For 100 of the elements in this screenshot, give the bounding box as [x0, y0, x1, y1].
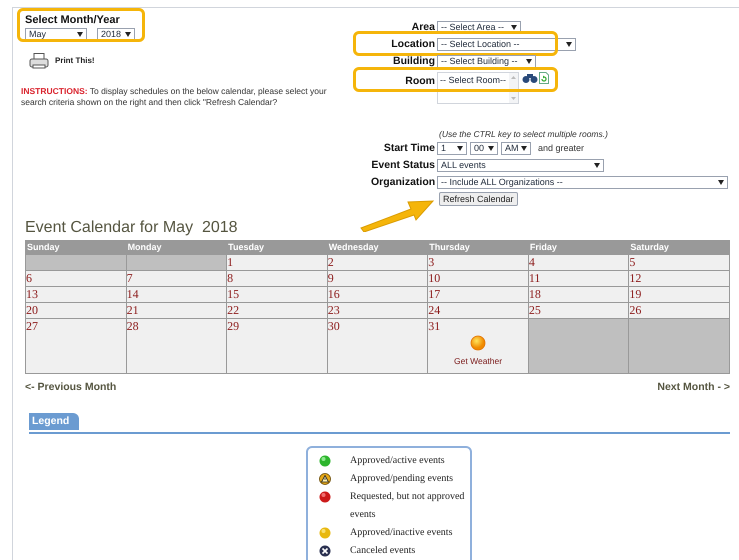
calendar-cell[interactable]: 16 [328, 287, 428, 302]
date-number[interactable]: 21 [126, 303, 139, 317]
calendar-cell[interactable]: 29 [227, 319, 327, 373]
calendar-cell[interactable]: 19 [629, 287, 729, 302]
date-number[interactable]: 7 [126, 271, 133, 285]
date-number[interactable]: 23 [328, 303, 340, 317]
date-number[interactable]: 22 [227, 303, 240, 317]
calendar-cell[interactable]: 5 [629, 255, 729, 270]
dropdown[interactable]: -- Select Location -- [437, 38, 576, 51]
legend-label: Approved/inactive events [350, 526, 454, 540]
hour-select[interactable]: 1 [437, 142, 467, 155]
binoculars-icon[interactable] [522, 74, 538, 83]
calendar-cell[interactable]: 3 [428, 255, 528, 270]
next-month-link[interactable]: Next Month - > [657, 380, 730, 396]
date-number[interactable]: 4 [528, 255, 535, 269]
warning-icon [319, 472, 331, 485]
calendar-cell[interactable]: 22 [227, 303, 327, 318]
sun-icon[interactable] [470, 335, 486, 351]
scroll-up-icon[interactable] [511, 76, 516, 79]
date-number[interactable]: 28 [126, 319, 139, 333]
field-label: Building [393, 55, 435, 67]
scrollbar[interactable] [509, 73, 518, 103]
date-number[interactable]: 13 [26, 287, 38, 301]
date-number[interactable]: 26 [629, 303, 642, 317]
scroll-down-icon[interactable] [511, 97, 516, 100]
calendar-cell[interactable]: 27 [26, 319, 126, 373]
calendar-cell[interactable]: 7 [126, 271, 226, 286]
date-number[interactable]: 15 [227, 287, 240, 301]
approved-status-icon [319, 454, 331, 467]
calendar-cell[interactable]: 21 [126, 303, 226, 318]
field-label: Start Time [384, 142, 435, 154]
calendar-cell[interactable]: 6 [26, 271, 126, 286]
date-number[interactable]: 20 [26, 303, 38, 317]
calendar-cell[interactable]: 8 [227, 271, 327, 286]
field-label: Location [391, 38, 435, 50]
instructions-text: INSTRUCTIONS: To display schedules on the below calendar, please select your search criteria shown on the right and then click "Refresh Calendar? [21, 86, 328, 108]
date-number[interactable]: 6 [26, 271, 32, 285]
calendar-cell[interactable]: 28 [126, 319, 226, 373]
calendar-cell[interactable]: 4 [528, 255, 628, 270]
calendar-cell[interactable]: 25 [528, 303, 628, 318]
date-number[interactable]: 16 [328, 287, 340, 301]
refresh-calendar-button[interactable]: Refresh Calendar [439, 192, 518, 206]
calendar-cell[interactable]: 12 [629, 271, 729, 286]
date-number[interactable]: 11 [528, 271, 540, 285]
previous-month-link[interactable]: <- Previous Month [25, 380, 116, 396]
date-number[interactable]: 9 [328, 271, 334, 285]
date-number[interactable]: 1 [227, 255, 234, 269]
caret-icon [521, 146, 527, 151]
calendar-cell[interactable]: 2 [328, 255, 428, 270]
calendar-cell[interactable]: 15 [227, 287, 327, 302]
date-number[interactable]: 3 [428, 255, 434, 269]
calendar-cell[interactable]: 10 [428, 271, 528, 286]
field-label: Room [405, 75, 435, 87]
date-number[interactable]: 19 [629, 287, 642, 301]
ampm-select[interactable]: AM [501, 142, 531, 155]
room-listbox[interactable]: -- Select Room-- [437, 72, 519, 104]
caret-icon [566, 42, 572, 47]
requested-status-icon [319, 490, 331, 503]
date-number[interactable]: 25 [528, 303, 541, 317]
date-number[interactable]: 14 [126, 287, 139, 301]
section-label: Select Month/Year [25, 14, 121, 26]
status-select[interactable]: ALL events [437, 159, 604, 172]
calendar-cell[interactable]: 17 [428, 287, 528, 302]
calendar-cell[interactable]: 24 [428, 303, 528, 318]
calendar-cell[interactable]: 14 [126, 287, 226, 302]
date-number[interactable]: 27 [26, 319, 38, 333]
organization-select[interactable]: -- Include ALL Organizations -- [437, 176, 728, 189]
printer-icon[interactable] [29, 53, 49, 69]
calendar-cell[interactable]: 31 Get Weather [428, 319, 528, 373]
calendar-cell[interactable]: 1 [227, 255, 327, 270]
refresh-document-icon[interactable] [539, 72, 549, 84]
dropdown[interactable]: -- Select Building -- [437, 55, 536, 68]
calendar-cell[interactable]: 11 [528, 271, 628, 286]
print-link[interactable]: Print This! [55, 55, 95, 67]
minute-select[interactable]: 00 [470, 142, 498, 155]
field-label: Event Status [371, 159, 435, 171]
calendar-cell[interactable]: 9 [328, 271, 428, 286]
date-number[interactable]: 5 [629, 255, 636, 269]
date-number[interactable]: 24 [428, 303, 440, 317]
field-label: Organization [371, 176, 436, 188]
date-number[interactable]: 30 [328, 319, 340, 333]
legend-label: Approved/active events [350, 454, 446, 468]
date-number[interactable]: 17 [428, 287, 440, 301]
date-number[interactable]: 31 [428, 319, 440, 333]
weather-link[interactable]: Get Weather [454, 355, 502, 368]
caret-icon [488, 146, 494, 151]
date-number[interactable]: 8 [227, 271, 234, 285]
cancel-icon [319, 544, 331, 557]
date-number[interactable]: 10 [428, 271, 440, 285]
calendar-cell[interactable]: 23 [328, 303, 428, 318]
date-number[interactable]: 29 [227, 319, 240, 333]
calendar-cell[interactable]: 18 [528, 287, 628, 302]
calendar-cell[interactable]: 13 [26, 287, 126, 302]
calendar-cell[interactable]: 30 [328, 319, 428, 373]
legend-label: Requested, but not approved events [350, 490, 466, 522]
date-number[interactable]: 12 [629, 271, 642, 285]
date-number[interactable]: 2 [328, 255, 334, 269]
date-number[interactable]: 18 [528, 287, 541, 301]
calendar-cell[interactable]: 26 [629, 303, 729, 318]
calendar-cell[interactable]: 20 [26, 303, 126, 318]
